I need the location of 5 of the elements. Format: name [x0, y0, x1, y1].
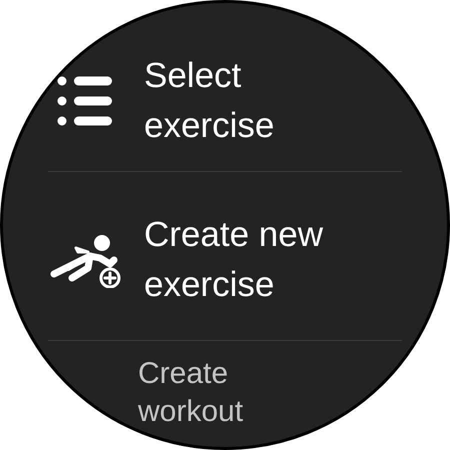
menu-item[interactable]: Select exercise	[144, 51, 374, 151]
list-icon	[56, 75, 114, 127]
menu-item[interactable]: Create workout	[138, 355, 288, 431]
runner-add-icon	[48, 232, 122, 288]
menu-item[interactable]: Create new exercise	[144, 210, 374, 310]
